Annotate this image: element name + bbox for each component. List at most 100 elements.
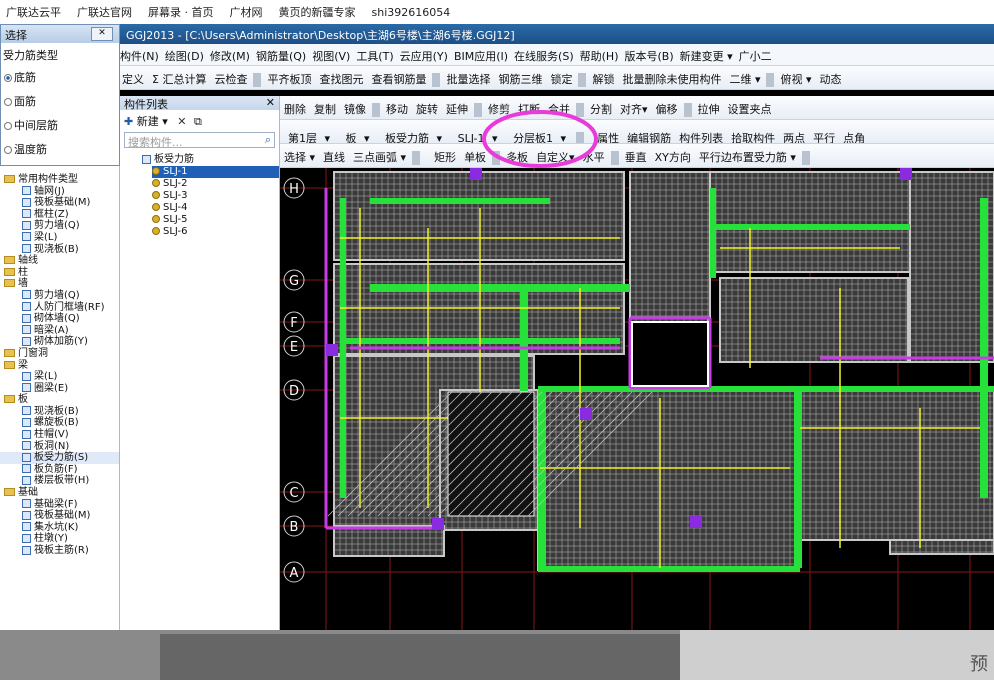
component-item[interactable]: SLJ-2	[152, 178, 279, 190]
toolbar-button[interactable]: 移动	[382, 96, 412, 117]
menu-item[interactable]: 工具(T)	[354, 44, 397, 64]
tree-item[interactable]: 砌体墙(Q)	[0, 313, 119, 325]
toolbar-button[interactable]: 偏移	[652, 96, 682, 117]
rebar-type-option[interactable]: 温度筋	[1, 137, 119, 161]
tree-item[interactable]: 板受力筋(S)	[0, 452, 119, 464]
tree-item[interactable]: 板负筋(F)	[0, 464, 119, 476]
tree-item[interactable]: 楼层板带(H)	[0, 475, 119, 487]
toolbar-button[interactable]: 构件列表	[675, 125, 727, 143]
menu-item[interactable]: 版本号(B)	[622, 44, 677, 64]
component-item[interactable]: SLJ-6	[152, 226, 279, 238]
tree-item[interactable]: 常用构件类型	[0, 174, 119, 186]
toolbar-button[interactable]: 拉伸	[694, 96, 724, 117]
toolbar-button[interactable]: 删除	[280, 96, 310, 117]
tree-item[interactable]: 轴线	[0, 255, 119, 267]
toolbar-button[interactable]: 镜像	[340, 96, 370, 117]
toolbar-button[interactable]: 动态	[816, 66, 846, 87]
toolbar-button[interactable]: 直线	[319, 144, 349, 165]
menu-item[interactable]: 绘图(D)	[163, 44, 208, 64]
toolbar-button[interactable]: 云检查	[210, 66, 251, 87]
toolbar-button[interactable]: 点角	[839, 125, 869, 143]
toolbar-button[interactable]: 俯视 ▾	[776, 66, 815, 87]
tree-item[interactable]: 基础梁(F)	[0, 499, 119, 511]
tree-item[interactable]: 剪力墙(Q)	[0, 220, 119, 232]
toolbar-button[interactable]: 查看钢筋量	[367, 66, 430, 87]
toolbar-button[interactable]: 平齐板顶	[263, 66, 315, 87]
tree-item[interactable]: 筏板主筋(R)	[0, 545, 119, 557]
type-select[interactable]: 板 ▾	[338, 120, 374, 143]
toolbar-button[interactable]: XY方向	[651, 144, 695, 165]
tree-item[interactable]: 人防门框墙(RF)	[0, 302, 119, 314]
menu-item[interactable]: 帮助(H)	[578, 44, 623, 64]
drawing-canvas[interactable]: HGFEDCBA350030001200420030003500	[280, 168, 994, 630]
tree-item[interactable]: 梁	[0, 360, 119, 372]
component-item[interactable]: SLJ-1	[152, 166, 279, 178]
toolbar-button[interactable]: 查找图元	[315, 66, 367, 87]
top-strip-item[interactable]: 屏幕录 · 首页	[142, 0, 224, 20]
toolbar-button[interactable]: 旋转	[412, 96, 442, 117]
toolbar-button[interactable]: 设置夹点	[724, 96, 776, 117]
tree-item[interactable]: 轴网(J)	[0, 186, 119, 198]
floor-select[interactable]: 第1层 ▾	[280, 120, 334, 143]
toolbar-button[interactable]: 编辑钢筋	[623, 125, 675, 143]
toolbar-button[interactable]: 解锁	[588, 66, 618, 87]
top-strip-item[interactable]: 广材网	[224, 0, 273, 20]
tree-item[interactable]: 框柱(Z)	[0, 209, 119, 221]
toolbar-button[interactable]: 定义	[118, 66, 148, 87]
tree-item[interactable]: 螺旋板(B)	[0, 417, 119, 429]
tree-item[interactable]: 柱帽(V)	[0, 429, 119, 441]
tree-item[interactable]: 板	[0, 394, 119, 406]
toolbar-button[interactable]: 批量删除未使用构件	[618, 66, 725, 87]
menu-item[interactable]: 修改(M)	[208, 44, 254, 64]
menu-item[interactable]: 云应用(Y)	[398, 44, 452, 64]
toolbar-button[interactable]: 二维 ▾	[725, 66, 764, 87]
menu-item[interactable]: 广小二	[737, 44, 776, 64]
subtype-select[interactable]: 板受力筋 ▾	[377, 120, 446, 143]
top-strip-item[interactable]: 黄页的新疆专家	[273, 0, 366, 20]
tree-item[interactable]: 集水坑(K)	[0, 522, 119, 534]
tree-item[interactable]: 梁(L)	[0, 371, 119, 383]
new-button[interactable]: ✚ 新建 ▾	[124, 115, 168, 128]
toolbar-button[interactable]: 延伸	[442, 96, 472, 117]
toolbar-button[interactable]: 三点画弧 ▾	[349, 144, 410, 165]
toolbar-button[interactable]: 垂直	[621, 144, 651, 165]
tree-item[interactable]: 门窗洞	[0, 348, 119, 360]
tree-item[interactable]: 柱墩(Y)	[0, 533, 119, 545]
toolbar-button[interactable]: 两点	[779, 125, 809, 143]
copy-icon[interactable]: ⧉	[194, 115, 202, 128]
rebar-type-option[interactable]: 面筋	[1, 89, 119, 113]
tree-root[interactable]: 板受力筋	[142, 154, 279, 166]
delete-icon[interactable]: ✕	[177, 115, 186, 128]
tree-item[interactable]: 筏板基础(M)	[0, 197, 119, 209]
toolbar-button[interactable]: 矩形	[430, 144, 460, 165]
rebar-type-option[interactable]: 中间层筋	[1, 113, 119, 137]
menu-item[interactable]: BIM应用(I)	[452, 44, 512, 64]
tree-item[interactable]: 现浇板(B)	[0, 244, 119, 256]
tree-item[interactable]: 板洞(N)	[0, 441, 119, 453]
toolbar-button[interactable]: 复制	[310, 96, 340, 117]
top-strip-item[interactable]: shi392616054	[366, 2, 461, 19]
toolbar-button[interactable]: 批量选择	[442, 66, 494, 87]
search-input[interactable]: 搜索构件... ⌕	[124, 132, 275, 149]
component-item[interactable]: SLJ-4	[152, 202, 279, 214]
menu-item[interactable]: 新建变更 ▾	[678, 44, 737, 64]
toolbar-button[interactable]: 平行边布置受力筋 ▾	[695, 144, 800, 165]
top-strip-item[interactable]: 广联达云平	[0, 0, 71, 20]
component-item[interactable]: SLJ-3	[152, 190, 279, 202]
tree-item[interactable]: 基础	[0, 487, 119, 499]
tree-item[interactable]: 墙	[0, 278, 119, 290]
toolbar-button[interactable]: 选择 ▾	[280, 144, 319, 165]
rebar-type-option[interactable]: 底筋	[1, 65, 119, 89]
tree-item[interactable]: 暗梁(A)	[0, 325, 119, 337]
tree-item[interactable]: 砌体加筋(Y)	[0, 336, 119, 348]
tree-item[interactable]: 柱	[0, 267, 119, 279]
component-item[interactable]: SLJ-5	[152, 214, 279, 226]
menu-item[interactable]: 构件(N)	[118, 44, 163, 64]
toolbar-button[interactable]: Σ 汇总计算	[148, 66, 210, 87]
toolbar-button[interactable]	[422, 156, 430, 161]
toolbar-button[interactable]: 平行	[809, 125, 839, 143]
tree-item[interactable]: 筏板基础(M)	[0, 510, 119, 522]
menu-item[interactable]: 钢筋量(Q)	[254, 44, 310, 64]
toolbar-button[interactable]: 对齐▾	[616, 96, 652, 117]
preview-thumbnail[interactable]	[160, 634, 680, 680]
